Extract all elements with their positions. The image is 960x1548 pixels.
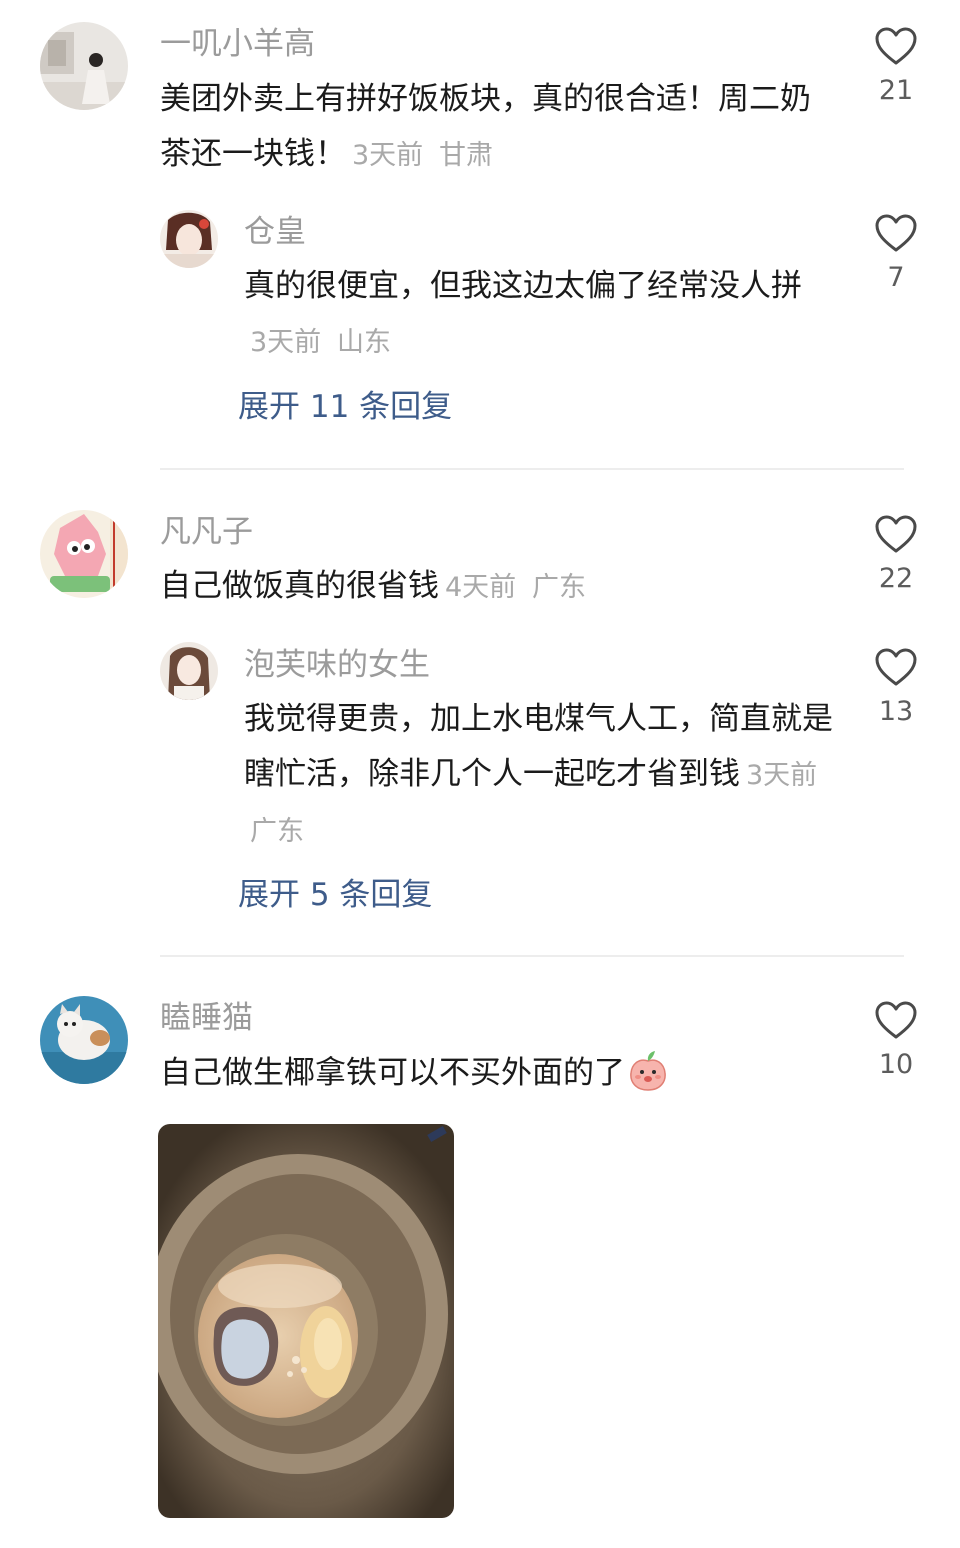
reply-like-button[interactable]: 13 [866, 647, 926, 729]
like-count: 21 [878, 75, 914, 106]
comment-time: 3天前 [352, 140, 424, 171]
heart-icon [875, 515, 917, 553]
comment-username[interactable]: 瞌睡猫 [160, 998, 253, 1038]
like-count: 22 [878, 563, 914, 594]
divider [160, 955, 904, 957]
comment-username[interactable]: 凡凡子 [160, 512, 253, 552]
reply-like-button[interactable]: 7 [866, 213, 926, 295]
reply-location: 广东 [250, 816, 304, 847]
heart-icon [875, 1001, 917, 1039]
comment-time: 4天前 [445, 572, 517, 603]
comment-body: 自己做饭真的很省钱 [160, 568, 439, 604]
peach-face-emoji-icon [627, 1050, 669, 1110]
expand-replies-button[interactable]: 展开 11 条回复 [238, 387, 452, 427]
comment-username[interactable]: 一叽小羊高 [160, 24, 315, 64]
reply-time: 3天前 [746, 760, 818, 791]
heart-icon [875, 648, 917, 686]
reply-location: 山东 [337, 327, 392, 358]
reply-username[interactable]: 泡芙味的女生 [244, 645, 430, 685]
comment-text: 自己做饭真的很省钱 4天前 广东 [160, 559, 840, 615]
reply-text: 我觉得更贵，加上水电煤气人工，简直就是瞎忙活，除非几个人一起吃才省到钱 3天前 广… [244, 692, 834, 859]
reply-text: 真的很便宜，但我这边太偏了经常没人拼 3天前 山东 [244, 259, 834, 370]
like-button[interactable]: 21 [866, 26, 926, 108]
reply-body: 真的很便宜，但我这边太偏了经常没人拼 [244, 268, 802, 304]
reply-avatar[interactable] [160, 210, 218, 268]
avatar[interactable] [40, 22, 128, 110]
comment-body: 自己做生椰拿铁可以不买外面的了 [160, 1055, 625, 1091]
like-count: 13 [878, 696, 914, 727]
like-button[interactable]: 22 [866, 514, 926, 596]
divider [160, 468, 904, 470]
like-count: 10 [878, 1049, 914, 1080]
comment-image[interactable] [158, 1124, 454, 1518]
heart-icon [875, 214, 917, 252]
reply-avatar[interactable] [160, 642, 218, 700]
like-button[interactable]: 10 [866, 1000, 926, 1082]
heart-icon [875, 27, 917, 65]
comment-location: 甘肃 [439, 140, 494, 171]
avatar[interactable] [40, 510, 128, 598]
reply-time: 3天前 [250, 327, 322, 358]
comment-location: 广东 [532, 572, 587, 603]
reply-body: 我觉得更贵，加上水电煤气人工，简直就是瞎忙活，除非几个人一起吃才省到钱 [244, 701, 833, 792]
like-count: 7 [887, 262, 905, 293]
comment-text: 自己做生椰拿铁可以不买外面的了 [160, 1046, 840, 1110]
avatar[interactable] [40, 996, 128, 1084]
expand-replies-button[interactable]: 展开 5 条回复 [238, 875, 432, 915]
comment-text: 美团外卖上有拼好饭板块，真的很合适！周二奶茶还一块钱！ 3天前 甘肃 [160, 72, 840, 183]
reply-username[interactable]: 仓皇 [244, 212, 306, 252]
